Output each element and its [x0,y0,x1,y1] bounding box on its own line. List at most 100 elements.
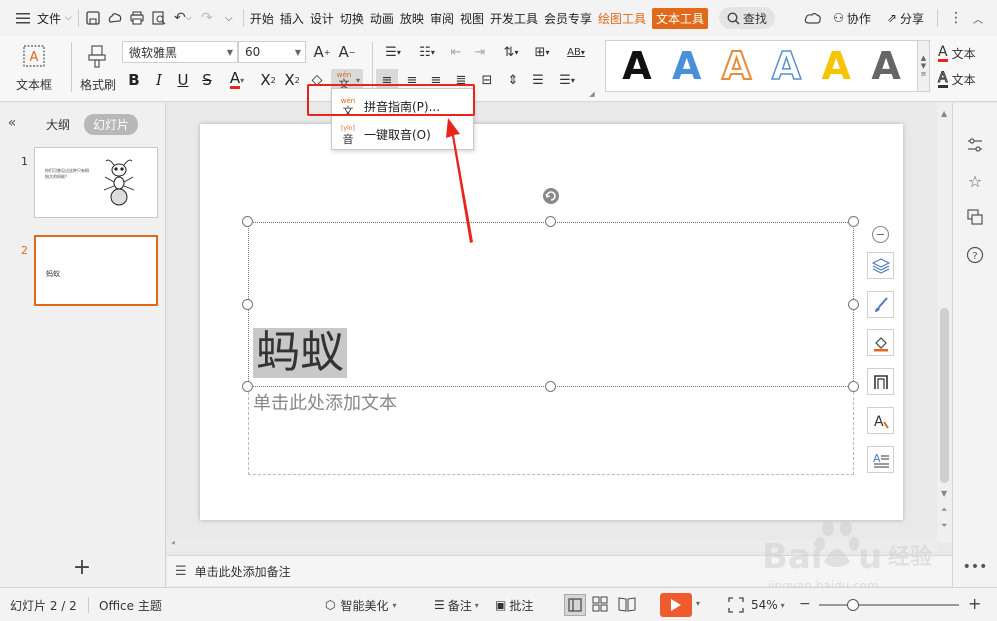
increase-indent-icon[interactable]: ⇥ [470,41,490,63]
superscript-icon[interactable]: X2 [258,69,278,91]
resize-handle[interactable] [848,216,859,227]
collapse-panel-icon[interactable]: « [4,115,20,131]
print-icon[interactable] [126,6,148,30]
style-gray[interactable]: A [871,47,900,85]
decrease-font-icon[interactable]: A − [337,41,357,63]
resize-handle[interactable] [545,381,556,392]
chevron-down-icon[interactable]: ▾ [696,599,700,608]
decrease-indent-icon[interactable]: ⇤ [446,41,466,63]
style-blue[interactable]: A [672,47,701,85]
fill-color-icon[interactable] [867,329,894,356]
tab-slides[interactable]: 幻灯片 [84,114,139,135]
font-size-select[interactable]: 60 ▼ [238,41,306,63]
paragraph-spacing-icon[interactable]: ☰ [527,69,549,91]
tab-design[interactable]: 设计 [307,6,337,30]
style-black[interactable]: A [622,47,651,85]
vertical-scrollbar[interactable]: ▲ ▼ ⏶ ⏷ [937,103,952,543]
tab-member[interactable]: 会员专享 [541,6,595,30]
collapse-ribbon-icon[interactable]: ︿ [967,6,989,30]
strikethrough-icon[interactable]: S [197,69,217,91]
tab-view[interactable]: 视图 [457,6,487,30]
reading-view-icon[interactable] [618,596,636,614]
bold-icon[interactable]: B [124,69,144,91]
notes-toggle-button[interactable]: ☰ 备注 ▾ [434,588,479,621]
redo-icon[interactable]: ↷ [196,6,218,30]
underline-icon[interactable]: U [173,69,193,91]
bullet-list-icon[interactable]: ☰ ▾ [378,41,408,63]
distribute-icon[interactable]: ⊟ [476,69,498,91]
transition-icon[interactable] [965,207,985,227]
text-effect-icon[interactable]: A [867,407,894,434]
customize-toolbar-icon[interactable]: ⌵ [218,6,240,30]
zoom-slider-thumb[interactable] [847,599,859,611]
increase-font-icon[interactable]: A + [312,41,332,63]
help-icon[interactable]: ? [965,245,985,265]
tab-drawing-tools[interactable]: 绘图工具 [595,6,649,30]
collapse-float-toolbar-icon[interactable]: − [872,226,889,243]
brush-style-icon[interactable] [867,291,894,318]
subscript-icon[interactable]: X2 [282,69,302,91]
gallery-scroll-button[interactable]: ▲ ▼ ≡ [918,40,930,92]
play-slideshow-button[interactable] [660,593,692,617]
more-horizontal-icon[interactable]: ••• [963,559,988,575]
normal-view-icon[interactable] [564,594,586,616]
resize-handle[interactable] [848,299,859,310]
text-outline-button[interactable]: A 文本 [938,68,988,90]
hamburger-icon[interactable] [12,6,34,30]
shape-outline-icon[interactable] [867,368,894,395]
slide-title[interactable]: 蚂蚁 [253,328,347,378]
search-button[interactable]: 查找 [719,7,776,29]
line-spacing-options-icon[interactable]: ☰ ▾ [552,69,582,91]
print-preview-icon[interactable] [148,6,170,30]
font-name-select[interactable]: 微软雅黑 ▼ [122,41,238,63]
tab-insert[interactable]: 插入 [277,6,307,30]
zoom-level[interactable]: 54% ▾ [751,588,785,621]
char-spacing-icon[interactable]: AB ▾ [562,41,590,63]
share-button[interactable]: ⇗ 分享 [884,6,927,30]
font-color-icon[interactable]: A ▾ [223,69,251,91]
format-painter-button[interactable]: 格式刷 [76,40,120,96]
numbered-list-icon[interactable]: ☷ ▾ [412,41,442,63]
slide-sorter-icon[interactable] [592,596,610,614]
comments-button[interactable]: ▣ 批注 [495,588,533,621]
tab-outline[interactable]: 大纲 [46,116,70,133]
tab-animations[interactable]: 动画 [367,6,397,30]
collaborate-button[interactable]: ⚇ 协作 [830,6,874,30]
cloud-sync-icon[interactable] [104,6,126,30]
tab-home[interactable]: 开始 [247,6,277,30]
vertical-align-icon[interactable]: ⇕ [502,69,524,91]
tab-developer[interactable]: 开发工具 [487,6,541,30]
smart-beautify-button[interactable]: ⬡ 智能美化 ▾ [325,588,397,621]
text-fill-button[interactable]: A 文本 [938,42,988,64]
resize-handle[interactable] [545,216,556,227]
tab-slideshow[interactable]: 放映 [397,6,427,30]
tab-review[interactable]: 审阅 [427,6,457,30]
subtitle-placeholder[interactable]: 单击此处添加文本 [248,387,854,475]
style-orange-outline[interactable]: A [721,46,752,86]
cloud-icon[interactable] [802,6,824,30]
dialog-launcher-icon[interactable]: ◢ [588,90,596,98]
animation-star-icon[interactable]: ☆ [965,171,985,191]
textbox-button[interactable]: A 文本框 [8,40,60,96]
zoom-slider[interactable] [819,599,959,611]
title-placeholder[interactable]: 蚂蚁 [248,222,854,387]
text-direction-icon[interactable]: ⊞ ▾ [528,41,556,63]
italic-icon[interactable]: I [149,69,169,91]
rotate-handle-icon[interactable] [541,186,561,206]
zoom-in-icon[interactable]: + [968,594,981,613]
slide-canvas[interactable]: 蚂蚁 单击此处添加文本 [200,124,903,520]
tab-transitions[interactable]: 切换 [337,6,367,30]
tab-text-tools[interactable]: 文本工具 [652,7,709,29]
undo-icon[interactable]: ↶ ⌵ [170,6,196,30]
theme-name[interactable]: Office 主题 [99,588,162,621]
layers-icon[interactable] [867,252,894,279]
style-yellow[interactable]: A [822,47,851,85]
file-menu[interactable]: 文件 ⌵ [34,6,75,30]
style-blue-outline[interactable]: A [771,46,802,86]
resize-handle[interactable] [242,299,253,310]
zoom-out-icon[interactable]: − [799,596,811,612]
add-slide-button[interactable]: + [70,555,94,580]
slide-thumbnail-2[interactable]: 蚂蚁 [34,235,158,306]
resize-handle[interactable] [848,381,859,392]
property-settings-icon[interactable] [965,135,985,155]
